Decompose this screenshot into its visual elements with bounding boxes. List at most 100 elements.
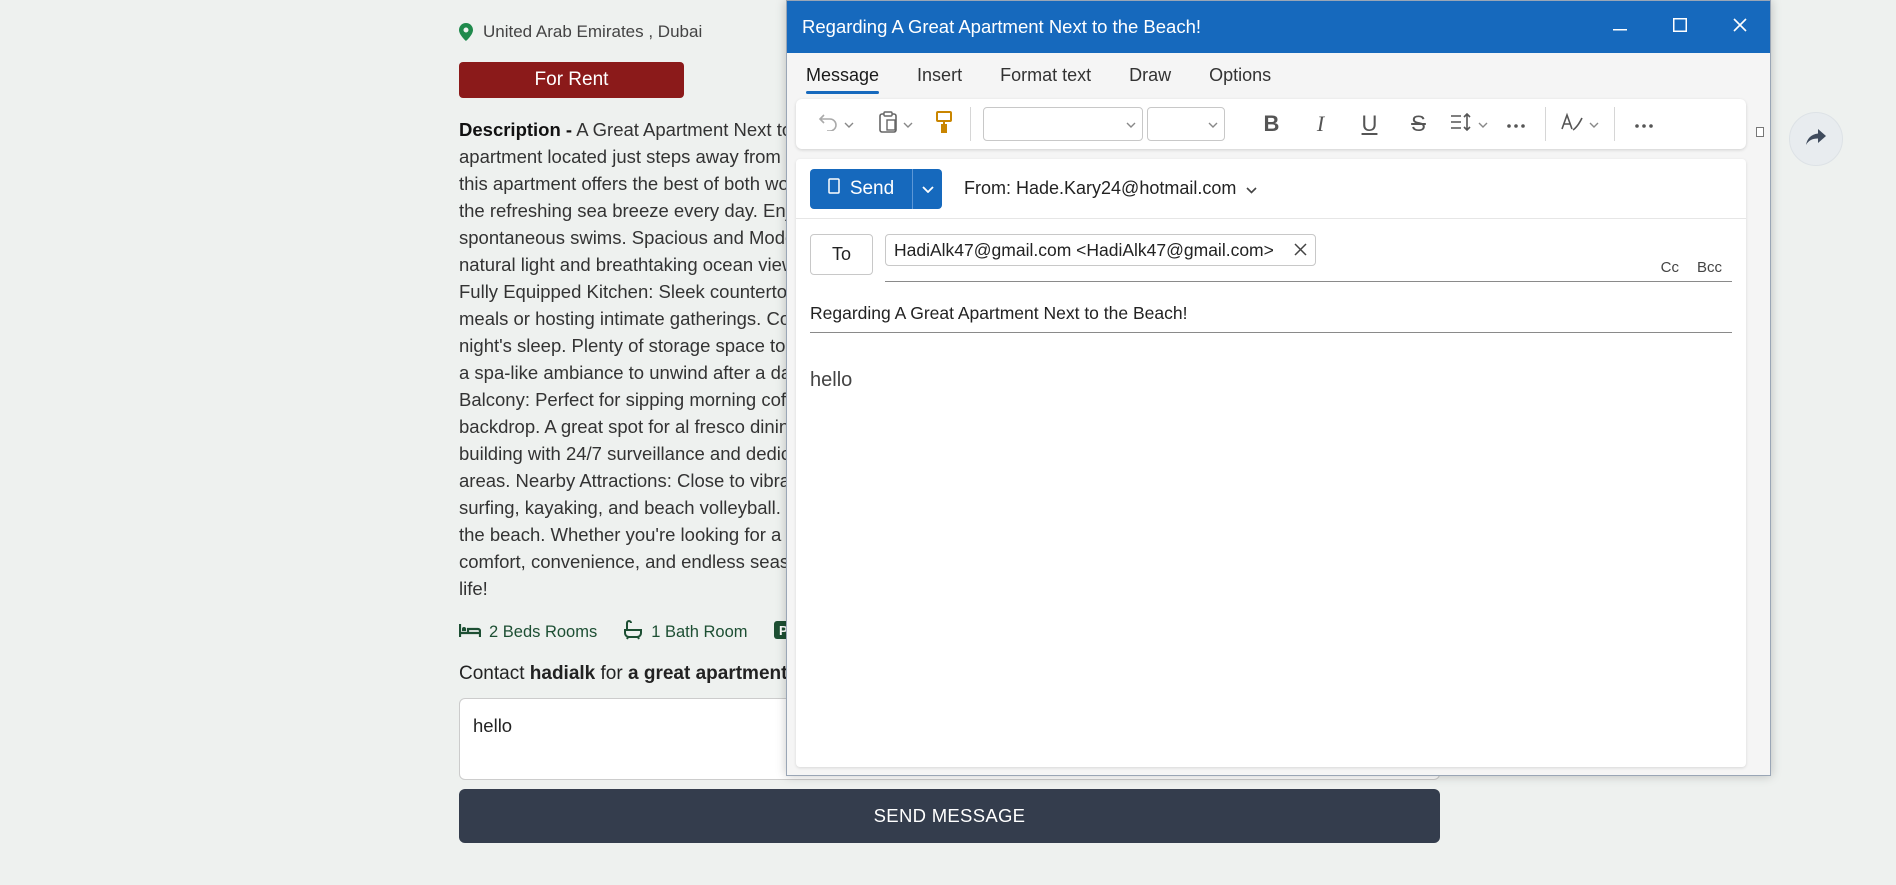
italic-button[interactable]: I [1296,106,1345,142]
chevron-down-icon [1208,115,1218,133]
description-text: apartment located just steps away from t… [459,146,802,167]
contact-middle: for [600,663,623,684]
menu-tabs: Message Insert Format text Draw Options [787,53,1770,98]
maximize-button[interactable] [1650,1,1710,53]
send-options-dropdown[interactable] [912,168,942,209]
ribbon-overflow-marker [1756,127,1764,137]
clipboard-icon [879,110,897,138]
italic-icon: I [1316,111,1325,136]
font-family-select[interactable] [983,107,1143,141]
description-text: backdrop. A great spot for al fresco din… [459,416,790,437]
title-bar: Regarding A Great Apartment Next to the … [787,1,1770,53]
tab-options[interactable]: Options [1209,55,1271,96]
editor-pen-icon [1561,112,1583,137]
window-title: Regarding A Great Apartment Next to the … [802,16,1202,37]
chevron-down-icon [1126,115,1136,133]
send-label: Send [849,177,895,199]
send-message-button[interactable]: SEND MESSAGE [459,789,1440,843]
description-text: meals or hosting intimate gatherings. Co… [459,308,797,329]
line-spacing-icon [1450,112,1472,136]
bcc-button[interactable]: Bcc [1697,259,1722,276]
share-icon [1806,128,1826,150]
chevron-down-icon [921,180,934,198]
contact-user: hadialk [529,663,596,684]
description-text: A Great Apartment Next to [576,119,793,140]
chevron-down-icon [903,115,913,133]
to-field[interactable]: HadiAlk47@gmail.com <HadiAlk47@gmail.com… [885,234,1732,282]
description-text: the refreshing sea breeze every day. Enj… [459,200,810,221]
description-text: surfing, kayaking, and beach volleyball.… [459,497,808,518]
ribbon-separator [1545,107,1546,141]
recipient-chip[interactable]: HadiAlk47@gmail.com <HadiAlk47@gmail.com… [885,234,1316,266]
feature-baths: 1 Bath Room [623,620,748,645]
undo-icon [818,113,838,136]
strikethrough-button[interactable]: S [1394,106,1443,142]
description-text: this apartment offers the best of both w… [459,173,789,194]
description-text: night's sleep. Plenty of storage space t… [459,335,800,356]
maximize-icon [1673,17,1687,37]
message-body[interactable]: hello [810,369,852,392]
cc-bcc: Cc Bcc [1661,259,1722,276]
more-format-button[interactable] [1495,106,1537,142]
send-row: Send From: Hade.Kary24@hotmail.com [796,159,1746,219]
bold-button[interactable]: B [1247,106,1296,142]
ribbon-separator [1614,107,1615,141]
map-pin-icon [459,23,473,41]
tab-draw[interactable]: Draw [1129,55,1171,96]
window-controls [1590,1,1770,53]
more-options-button[interactable] [1623,106,1665,142]
compose-body: Send From: Hade.Kary24@hotmail.com To Ha… [796,159,1746,767]
contact-prefix: Contact [459,663,525,684]
description-text: areas. Nearby Attractions: Close to vibr… [459,470,801,491]
compose-window: Regarding A Great Apartment Next to the … [786,0,1771,776]
bold-icon: B [1263,111,1280,136]
send-split-button: Send [810,168,942,209]
feature-beds: 2 Beds Rooms [458,620,598,645]
paste-button[interactable] [872,106,920,142]
subject-field[interactable]: Regarding A Great Apartment Next to the … [810,287,1732,333]
ribbon-separator [970,107,971,141]
chevron-down-icon [1246,178,1257,199]
chevron-down-icon [1478,115,1488,133]
close-icon [1733,17,1747,37]
recipient-text: HadiAlk47@gmail.com <HadiAlk47@gmail.com… [894,239,1274,260]
chevron-down-icon [844,115,854,133]
underline-icon: U [1361,111,1378,136]
close-button[interactable] [1710,1,1770,53]
bath-icon [623,620,643,645]
underline-button[interactable]: U [1345,106,1394,142]
description-text: building with 24/7 surveillance and dedi… [459,443,791,464]
cc-button[interactable]: Cc [1661,259,1679,276]
tab-message[interactable]: Message [806,55,880,96]
description-text: spontaneous swims. Spacious and Moder [459,227,802,248]
description-label: Description - [459,119,573,140]
feature-baths-label: 1 Bath Room [651,623,748,641]
share-button[interactable] [1789,112,1843,166]
to-button[interactable]: To [810,234,873,275]
from-label: From: Hade.Kary24@hotmail.com [964,178,1237,198]
description-text: natural light and breathtaking ocean vie… [459,254,796,275]
description-text: Fully Equipped Kitchen: Sleek countertop… [459,281,807,302]
undo-button[interactable] [812,106,860,142]
editor-button[interactable] [1554,106,1606,142]
location-text: United Arab Emirates , Dubai [483,22,703,41]
minimize-button[interactable] [1590,1,1650,53]
feature-beds-label: 2 Beds Rooms [489,623,598,641]
chevron-down-icon [1589,115,1599,133]
description-text: Balcony: Perfect for sipping morning cof… [459,389,802,410]
tab-format-text[interactable]: Format text [1000,55,1091,96]
remove-recipient-icon[interactable] [1294,240,1307,261]
font-size-select[interactable] [1147,107,1225,141]
from-selector[interactable]: From: Hade.Kary24@hotmail.com [964,178,1257,199]
tab-insert[interactable]: Insert [917,55,962,96]
bed-icon [458,622,482,643]
line-spacing-button[interactable] [1443,106,1495,142]
format-painter-button[interactable] [926,106,962,142]
send-icon [828,177,840,200]
format-painter-icon [936,110,952,138]
more-horizontal-icon [1635,115,1653,133]
ribbon-toolbar: B I U S [796,99,1764,149]
to-row: To HadiAlk47@gmail.com <HadiAlk47@gmail.… [810,234,1732,284]
send-button[interactable]: Send [810,168,912,209]
for-rent-button[interactable]: For Rent [459,62,684,98]
